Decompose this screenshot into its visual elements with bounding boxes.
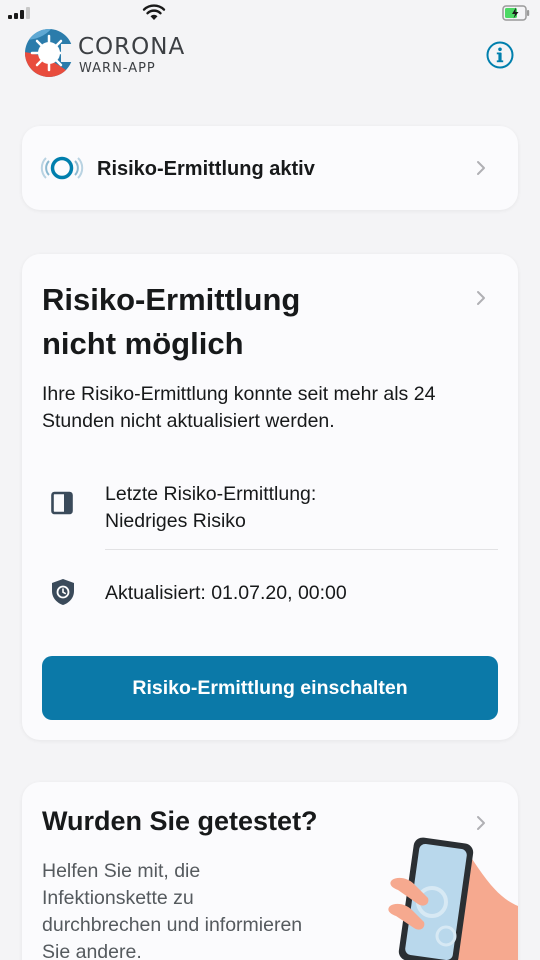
- risk-title-line-1: Risiko-Ermittlung: [42, 282, 301, 317]
- risk-status-card[interactable]: Risiko-Ermittlung nicht möglich Ihre Ris…: [22, 254, 518, 740]
- pulse-ring-icon: [40, 156, 84, 180]
- risk-title-line-2: nicht möglich: [42, 326, 244, 361]
- last-risk-check: Letzte Risiko-Ermittlung: Niedriges Risi…: [105, 481, 316, 535]
- test-description-line-2: Infektionskette zu: [42, 887, 194, 909]
- risk-square-icon: [51, 491, 73, 515]
- test-description-line-1: Helfen Sie mit, die: [42, 860, 201, 882]
- chevron-right-icon: [477, 161, 485, 175]
- risk-card-title: Risiko-Ermittlung nicht möglich: [42, 278, 422, 366]
- risk-description-line-2: Stunden nicht aktualisiert werden.: [42, 410, 335, 432]
- risk-description-line-1: Ihre Risiko-Ermittlung konnte seit mehr …: [42, 383, 436, 405]
- logo-title: CORONA: [78, 34, 186, 60]
- corona-warn-app-logo: [25, 29, 74, 77]
- test-description-line-4: Sie andere.: [42, 941, 142, 960]
- risk-tracing-status-card[interactable]: Risiko-Ermittlung aktiv: [22, 126, 518, 210]
- hand-holding-phone-illustration: [388, 837, 518, 960]
- app-header: CORONA WARN-APP: [0, 28, 540, 88]
- logo-subtitle: WARN-APP: [79, 61, 156, 76]
- status-bar: [0, 0, 540, 28]
- were-you-tested-card[interactable]: Wurden Sie getestet? Helfen Sie mit, die…: [22, 782, 518, 960]
- test-description-line-3: durchbrechen und informieren: [42, 914, 303, 936]
- chevron-right-icon: [477, 291, 485, 305]
- last-risk-check-label: Letzte Risiko-Ermittlung:: [105, 483, 317, 505]
- last-risk-check-value: Niedriges Risiko: [105, 510, 246, 532]
- risk-tracing-status-label: Risiko-Ermittlung aktiv: [97, 158, 315, 180]
- test-card-title: Wurden Sie getestet?: [42, 806, 318, 836]
- chevron-right-icon: [477, 816, 485, 830]
- test-card-description: Helfen Sie mit, die Infektionskette zu d…: [42, 858, 362, 960]
- divider: [105, 549, 498, 550]
- info-icon[interactable]: [486, 41, 514, 69]
- updated-timestamp: Aktualisiert: 01.07.20, 00:00: [105, 582, 347, 604]
- enable-risk-tracing-button[interactable]: Risiko-Ermittlung einschalten: [42, 656, 498, 720]
- wifi-icon: [142, 4, 166, 20]
- shield-clock-icon: [52, 579, 74, 605]
- cellular-signal-icon: [8, 7, 30, 19]
- battery-charging-icon: [502, 5, 530, 21]
- risk-card-description: Ihre Risiko-Ermittlung konnte seit mehr …: [42, 381, 502, 435]
